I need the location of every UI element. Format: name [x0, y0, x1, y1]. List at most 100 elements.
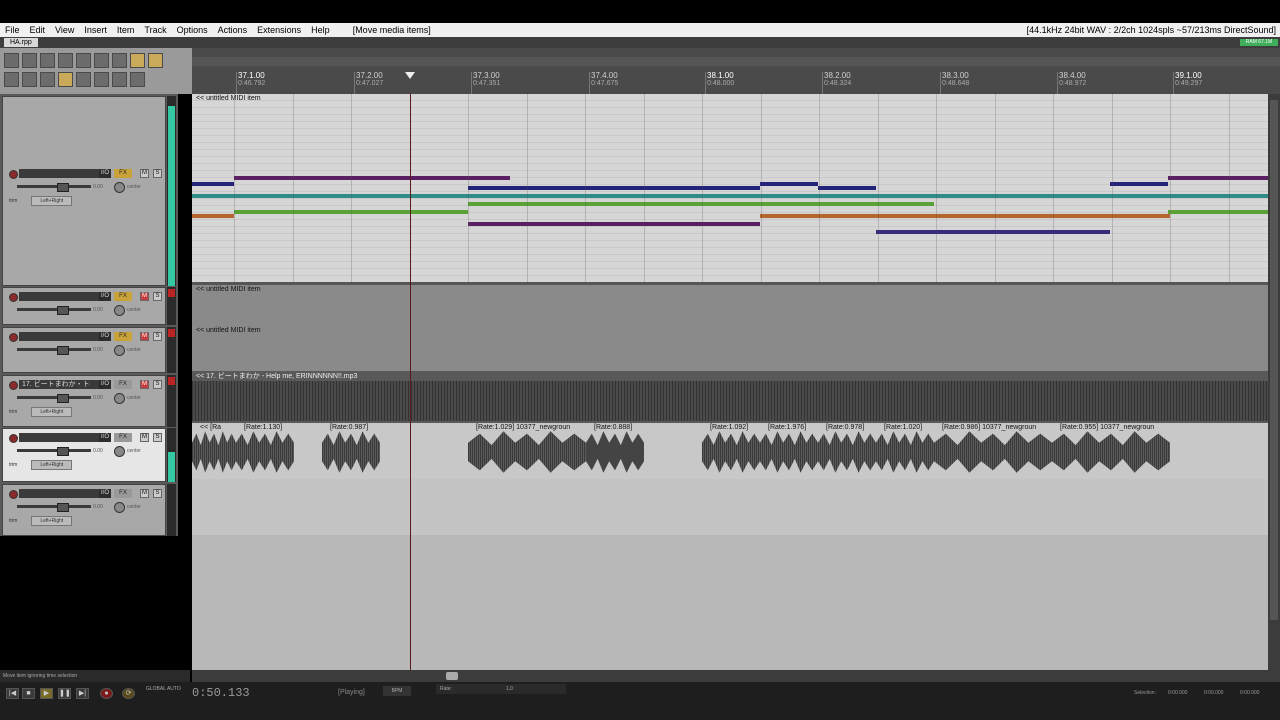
- bpm-field[interactable]: BPM: [383, 686, 411, 696]
- metronome-icon[interactable]: [112, 53, 127, 68]
- pause-icon[interactable]: ❚❚: [58, 688, 71, 699]
- menu-extensions[interactable]: Extensions: [252, 25, 306, 35]
- selection-length[interactable]: 0:00.000: [1240, 690, 1259, 696]
- menu-options[interactable]: Options: [172, 25, 213, 35]
- mute-button[interactable]: M: [140, 433, 149, 442]
- audio-item-mp3[interactable]: << 17. ビートまわか - Help me, ERINNNNNN!!.mp3: [192, 371, 1268, 423]
- horizontal-scrollbar[interactable]: [192, 670, 1280, 682]
- marker-icon[interactable]: [112, 72, 127, 87]
- fx-button[interactable]: FX: [114, 380, 132, 389]
- mute-button[interactable]: M: [140, 169, 149, 178]
- solo-button[interactable]: S: [153, 380, 162, 389]
- audio-clip[interactable]: [Rate:0.987]: [322, 423, 380, 477]
- pan-knob[interactable]: [114, 305, 125, 316]
- midi-item-2[interactable]: << untitled MIDI item: [192, 285, 1268, 325]
- midi-note[interactable]: [934, 194, 1268, 198]
- stop-icon[interactable]: ■: [22, 688, 35, 699]
- audio-clip[interactable]: << [Ra: [192, 423, 236, 477]
- volume-fader-knob[interactable]: [57, 183, 69, 192]
- cursor-icon[interactable]: [130, 72, 145, 87]
- solo-button[interactable]: S: [153, 332, 162, 341]
- audio-clip[interactable]: [Rate:1.029] 10377_newgroun: [468, 423, 586, 477]
- fx-button[interactable]: FX: [114, 433, 132, 442]
- pan-knob[interactable]: [114, 182, 125, 193]
- volume-fader-knob[interactable]: [57, 394, 69, 403]
- midi-note[interactable]: [192, 182, 234, 186]
- track-3[interactable]: I/O FX M S 0.00 center: [2, 327, 166, 373]
- audio-clip[interactable]: [Rate:1.092]: [702, 423, 760, 477]
- snap-icon[interactable]: [130, 53, 145, 68]
- menu-actions[interactable]: Actions: [213, 25, 253, 35]
- track-6[interactable]: I/O FX M S 0.00 center trim Left+Right: [2, 484, 166, 536]
- volume-fader[interactable]: [17, 308, 91, 311]
- midi-note[interactable]: [1168, 176, 1268, 180]
- midi-note[interactable]: [760, 182, 818, 186]
- volume-fader-knob[interactable]: [57, 346, 69, 355]
- performance-meter[interactable]: RAM 67.1M: [1240, 39, 1278, 46]
- midi-note[interactable]: [468, 202, 760, 206]
- io-button[interactable]: I/O: [99, 332, 111, 341]
- play-icon[interactable]: ▶: [40, 688, 53, 699]
- project-settings-icon[interactable]: [58, 53, 73, 68]
- repeat-icon[interactable]: ⟳: [122, 688, 135, 699]
- solo-button[interactable]: S: [153, 292, 162, 301]
- go-to-end-icon[interactable]: ▶|: [76, 688, 89, 699]
- menu-file[interactable]: File: [0, 25, 25, 35]
- midi-note[interactable]: [468, 222, 760, 226]
- sliced-audio-lane[interactable]: << [Ra [Rate:1.130] [Rate:0.987] [Rate:1.02…: [192, 423, 1268, 479]
- record-arm-icon[interactable]: [9, 170, 18, 179]
- volume-fader[interactable]: [17, 449, 91, 452]
- volume-fader-knob[interactable]: [57, 503, 69, 512]
- grid-icon[interactable]: [4, 72, 19, 87]
- record-icon[interactable]: ●: [100, 688, 113, 699]
- volume-fader-knob[interactable]: [57, 447, 69, 456]
- pan-knob[interactable]: [114, 502, 125, 513]
- mute-button[interactable]: M: [140, 332, 149, 341]
- io-button[interactable]: I/O: [99, 433, 111, 442]
- volume-fader[interactable]: [17, 185, 91, 188]
- menu-help[interactable]: Help: [306, 25, 335, 35]
- mute-button[interactable]: M: [140, 380, 149, 389]
- volume-fader[interactable]: [17, 348, 91, 351]
- input-routing[interactable]: Left+Right: [31, 460, 73, 470]
- automation-mode[interactable]: trim Left+Right: [9, 460, 109, 470]
- horizontal-scroll-thumb[interactable]: [446, 672, 458, 680]
- playhead-line[interactable]: [410, 94, 411, 670]
- playhead-marker-icon[interactable]: [405, 72, 415, 79]
- record-arm-icon[interactable]: [9, 381, 18, 390]
- global-auto-button[interactable]: GLOBAL AUTO: [146, 686, 181, 692]
- fx-button[interactable]: FX: [114, 292, 132, 301]
- track-5[interactable]: I/O FX M S 0.00 center trim Left+Right: [2, 428, 166, 482]
- empty-track-lane[interactable]: [192, 479, 1268, 535]
- midi-item-1[interactable]: << untitled MIDI item: [192, 94, 1268, 282]
- menu-item[interactable]: Item: [112, 25, 140, 35]
- rate-box[interactable]: Rate: 1.0: [436, 684, 566, 694]
- loop-icon[interactable]: [58, 72, 73, 87]
- midi-note[interactable]: [818, 186, 876, 190]
- track-4[interactable]: 17. ビートまわか・ト I/O FX M S 0.00 center trim Left+Ri…: [2, 375, 166, 427]
- record-arm-icon[interactable]: [9, 293, 18, 302]
- io-button[interactable]: I/O: [99, 169, 111, 178]
- go-to-start-icon[interactable]: |◀: [6, 688, 19, 699]
- record-arm-icon[interactable]: [9, 490, 18, 499]
- automation-mode[interactable]: trim Left+Right: [9, 196, 109, 206]
- midi-note[interactable]: [760, 194, 934, 198]
- fx-button[interactable]: FX: [114, 332, 132, 341]
- automation-mode[interactable]: trim Left+Right: [9, 407, 109, 417]
- midi-note[interactable]: [468, 194, 760, 198]
- midi-note[interactable]: [468, 186, 760, 190]
- selection-end[interactable]: 0:00.000: [1204, 690, 1223, 696]
- menu-track[interactable]: Track: [139, 25, 171, 35]
- io-button[interactable]: I/O: [99, 380, 111, 389]
- pan-knob[interactable]: [114, 446, 125, 457]
- midi-note[interactable]: [192, 194, 234, 198]
- mixer-icon[interactable]: [40, 72, 55, 87]
- open-project-icon[interactable]: [22, 53, 37, 68]
- track-name[interactable]: [19, 489, 111, 498]
- menu-view[interactable]: View: [50, 25, 79, 35]
- midi-note[interactable]: [1168, 210, 1268, 214]
- audio-clip[interactable]: [Rate:0.978]: [818, 423, 876, 477]
- input-routing[interactable]: Left+Right: [31, 516, 73, 526]
- solo-button[interactable]: S: [153, 489, 162, 498]
- redo-icon[interactable]: [94, 53, 109, 68]
